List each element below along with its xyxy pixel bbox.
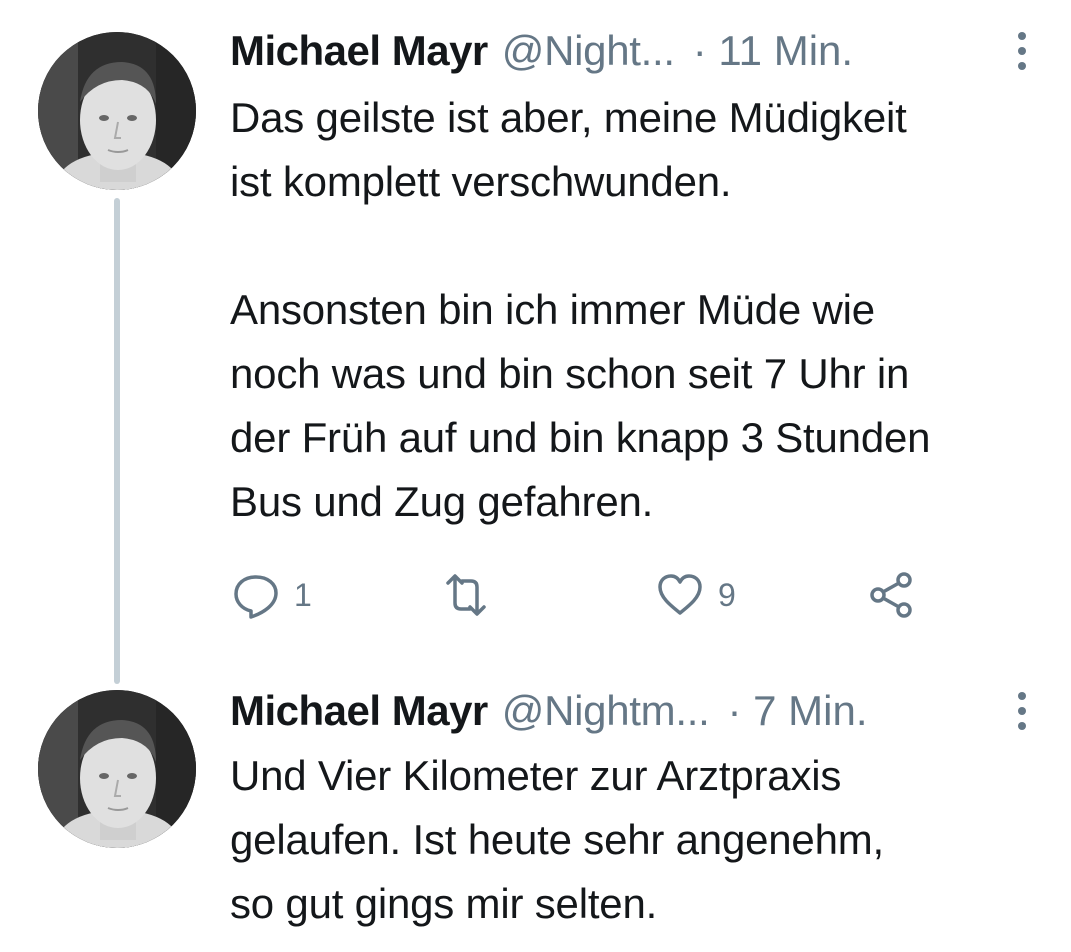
tweet-header: Michael Mayr @Nightm... · 7 Min. xyxy=(230,686,868,736)
like-button[interactable]: 9 xyxy=(654,568,736,622)
share-button[interactable] xyxy=(866,568,918,622)
reply-button[interactable]: 1 xyxy=(230,568,312,622)
tweet-time[interactable]: · 11 Min. xyxy=(693,26,853,76)
share-icon xyxy=(870,572,912,618)
retweet-button[interactable] xyxy=(440,568,504,622)
author-handle[interactable]: @Nightm... xyxy=(502,686,710,736)
reply-icon xyxy=(234,575,278,619)
retweet-icon xyxy=(446,574,486,616)
thread-line xyxy=(114,198,120,684)
tweet-actions: 1 9 xyxy=(230,568,930,622)
tweet-text: Das geilste ist aber, meine Müdigkeit is… xyxy=(230,94,931,525)
avatar-image xyxy=(38,32,196,190)
author-name[interactable]: Michael Mayr xyxy=(230,686,488,736)
tweet-text: Und Vier Kilometer zur Arztpraxis gelauf… xyxy=(230,752,885,927)
avatar[interactable] xyxy=(38,690,196,848)
author-handle[interactable]: @Night... xyxy=(502,26,675,76)
reply-count: 1 xyxy=(294,576,312,613)
more-icon[interactable] xyxy=(1010,26,1034,76)
avatar[interactable] xyxy=(38,32,196,190)
author-name[interactable]: Michael Mayr xyxy=(230,26,488,76)
tweet-time[interactable]: · 7 Min. xyxy=(727,686,867,736)
more-icon[interactable] xyxy=(1010,686,1034,736)
tweet-header: Michael Mayr @Night... · 11 Min. xyxy=(230,26,853,76)
like-count: 9 xyxy=(718,576,736,613)
like-icon xyxy=(658,574,702,615)
avatar-image xyxy=(38,690,196,848)
